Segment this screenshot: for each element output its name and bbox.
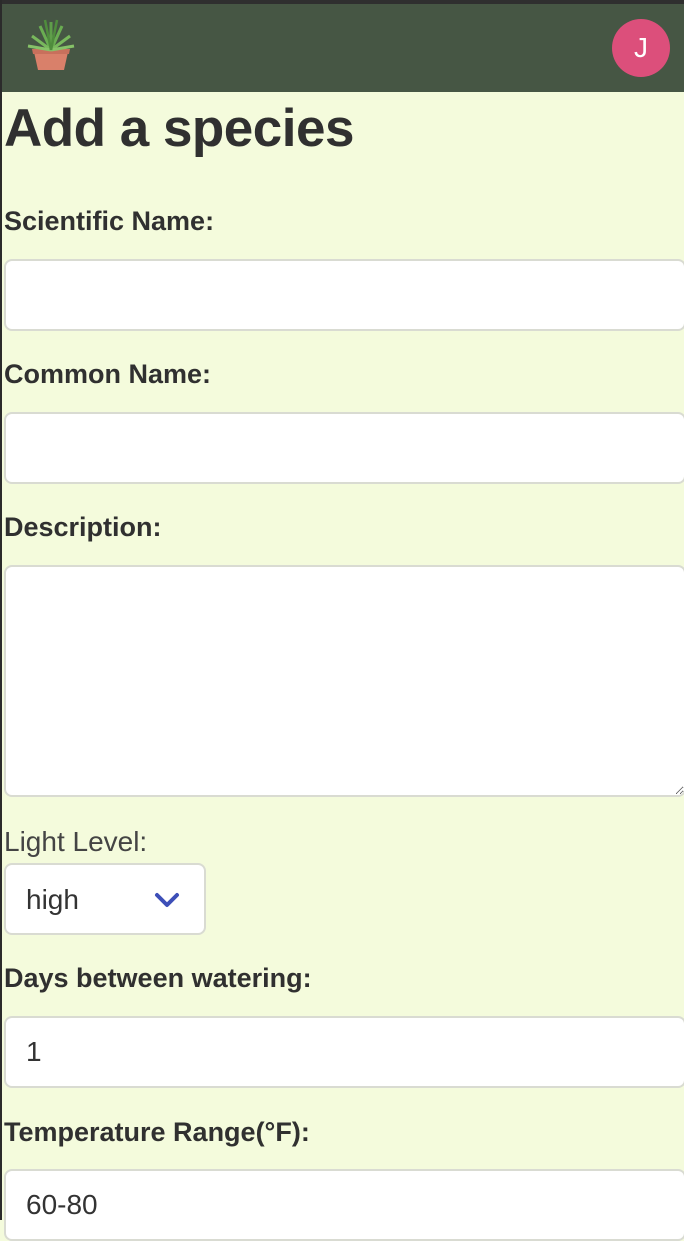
page-title: Add a species — [4, 99, 354, 158]
common-name-label: Common Name: — [4, 359, 212, 389]
user-avatar[interactable]: J — [612, 19, 670, 77]
description-textarea[interactable] — [4, 565, 684, 797]
potted-plant-icon[interactable] — [24, 18, 78, 74]
temperature-range-input[interactable] — [4, 1169, 684, 1241]
light-level-value: high — [26, 884, 79, 915]
scientific-name-input[interactable] — [4, 259, 684, 331]
light-level-select[interactable]: high — [4, 863, 206, 935]
chevron-down-icon — [155, 893, 179, 907]
common-name-input[interactable] — [4, 412, 684, 484]
watering-label: Days between watering: — [4, 963, 312, 993]
temperature-label: Temperature Range(°F): — [4, 1117, 310, 1147]
watering-days-input[interactable] — [4, 1016, 684, 1088]
light-level-label: Light Level: — [4, 826, 148, 857]
top-navigation-bar: J — [2, 0, 684, 92]
description-label: Description: — [4, 512, 162, 542]
scientific-name-label: Scientific Name: — [4, 206, 215, 236]
